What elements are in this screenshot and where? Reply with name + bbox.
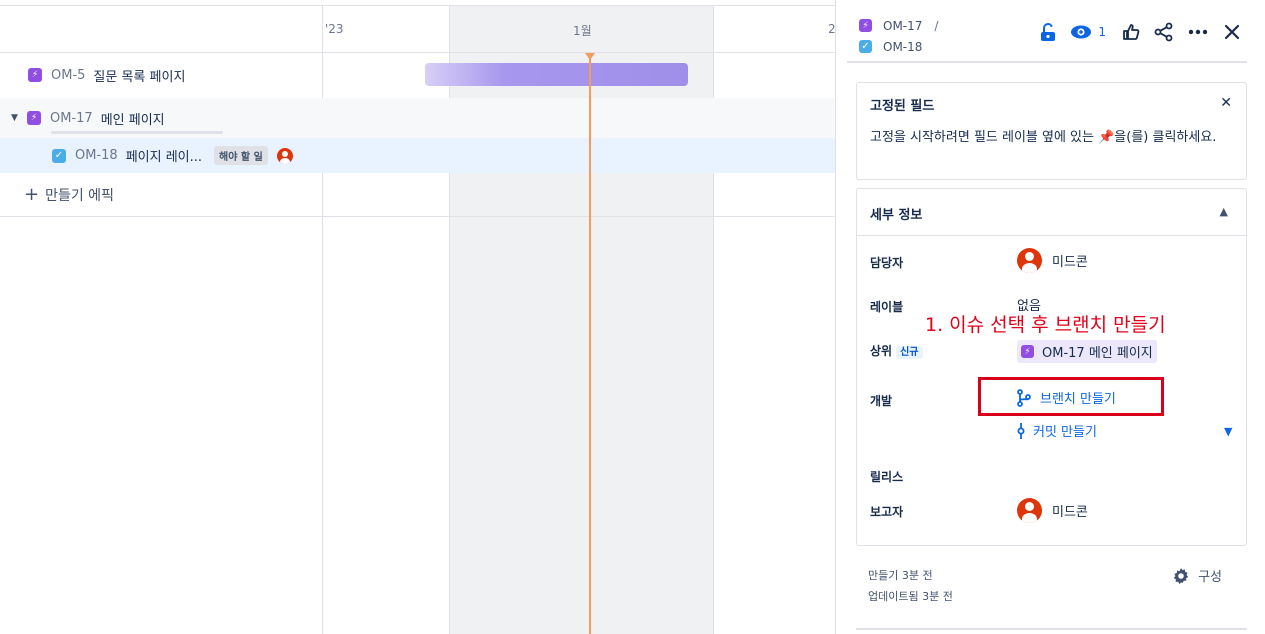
roadmap-view: '23 1월 2 ⚡ OM-5 질문 목록 페이지 ▼ ⚡ OM-17 메인 페… — [0, 0, 835, 634]
details-title[interactable]: 세부 정보 — [870, 204, 922, 223]
today-marker-line — [589, 55, 591, 634]
commit-icon — [1017, 422, 1025, 439]
chevron-down-icon[interactable]: ▼ — [11, 113, 21, 123]
parent-chip[interactable]: ⚡ OM-17 메인 페이지 — [1017, 340, 1157, 363]
epic-icon: ⚡ — [28, 68, 42, 82]
parent-field[interactable]: ⚡ OM-17 메인 페이지 — [1017, 340, 1157, 363]
close-icon[interactable]: ✕ — [1220, 95, 1232, 111]
parent-label-text: 상위 — [870, 344, 893, 358]
thumbs-up-icon[interactable] — [1122, 23, 1140, 41]
divider — [0, 216, 322, 217]
reporter-label: 보고자 — [870, 505, 904, 519]
timeline-header — [0, 5, 835, 53]
month-label: 1월 — [573, 24, 592, 38]
assignee-field[interactable]: 미드콘 — [1017, 248, 1088, 273]
issue-summary[interactable]: 페이지 레이... — [126, 146, 202, 165]
chevron-up-icon[interactable]: ▲ — [1220, 205, 1228, 218]
reporter-field[interactable]: 미드콘 — [1017, 498, 1088, 523]
avatar — [1017, 498, 1042, 523]
issue-cell[interactable]: ✓ OM-18 페이지 레이... 해야 할 일 — [0, 138, 322, 173]
breadcrumb-parent-link[interactable]: OM-17 — [883, 19, 922, 33]
divider — [857, 235, 1246, 236]
watch-button[interactable]: 1 — [1070, 25, 1106, 39]
table-row[interactable]: ✓ OM-18 페이지 레이... 해야 할 일 — [0, 138, 835, 173]
status-badge[interactable]: 해야 할 일 — [214, 146, 268, 165]
assignee-label: 담당자 — [870, 256, 904, 270]
pinned-fields-description: 고정을 시작하려면 필드 레이블 옆에 있는 📌을(를) 클릭하세요. — [870, 130, 1217, 145]
epic-icon: ⚡ — [27, 111, 41, 125]
more-actions-icon[interactable] — [1188, 29, 1208, 35]
close-icon[interactable] — [1224, 24, 1240, 40]
assignee-avatar[interactable] — [276, 147, 293, 164]
breadcrumb-separator: / — [934, 18, 939, 33]
tutorial-annotation: 1. 이슈 선택 후 브랜치 만들기 — [925, 314, 1166, 336]
create-commit-label: 커밋 만들기 — [1033, 425, 1097, 440]
breadcrumb-current-link[interactable]: OM-18 — [883, 40, 922, 54]
month-label: '23 — [325, 22, 344, 36]
issue-key[interactable]: OM-18 — [75, 148, 118, 163]
app-root: '23 1월 2 ⚡ OM-5 질문 목록 페이지 ▼ ⚡ OM-17 메인 페… — [0, 0, 1265, 634]
divider — [856, 628, 1247, 630]
table-row[interactable]: ⚡ OM-5 질문 목록 페이지 — [0, 55, 835, 95]
parent-label: 상위 신규 — [870, 342, 923, 359]
breadcrumb: ⚡ OM-17 / ✓ OM-18 — [859, 15, 938, 57]
issue-summary[interactable]: 질문 목록 페이지 — [93, 66, 185, 85]
configure-button[interactable]: 구성 — [1172, 566, 1222, 585]
release-label: 릴리스 — [870, 470, 904, 484]
epic-progress-bar — [51, 131, 223, 134]
reporter-name: 미드콘 — [1052, 505, 1088, 520]
development-label: 개발 — [870, 394, 893, 408]
epic-timeline-bar[interactable] — [425, 63, 688, 86]
panel-toolbar: 1 — [1026, 22, 1240, 42]
pinned-fields-title: 고정된 필드 — [870, 99, 935, 114]
create-epic-label: 만들기 에픽 — [45, 188, 114, 204]
share-icon[interactable] — [1154, 22, 1174, 42]
unlock-icon[interactable] — [1040, 22, 1056, 42]
issue-key[interactable]: OM-17 — [50, 111, 93, 126]
checkbox-icon: ✓ — [859, 40, 872, 53]
created-timestamp: 만들기 3분 전 — [868, 569, 933, 582]
issue-cell[interactable]: ⚡ OM-5 질문 목록 페이지 — [0, 55, 322, 95]
divider — [322, 216, 835, 217]
create-epic-button[interactable]: + 만들기 에픽 — [24, 185, 114, 205]
new-badge: 신규 — [896, 346, 923, 359]
labels-label: 레이블 — [870, 300, 904, 314]
assignee-name: 미드콘 — [1052, 255, 1088, 270]
details-card: 세부 정보 ▲ 담당자 미드콘 레이블 없음 상위 신규 ⚡ OM-17 메인 페… — [856, 188, 1247, 546]
month-label: 2 — [828, 22, 835, 36]
updated-timestamp: 업데이트됨 3분 전 — [868, 590, 953, 603]
configure-label: 구성 — [1198, 570, 1222, 585]
watch-count: 1 — [1098, 25, 1106, 39]
create-commit-link[interactable]: 커밋 만들기 — [1017, 421, 1097, 440]
epic-icon: ⚡ — [859, 19, 872, 32]
avatar — [1017, 248, 1042, 273]
gear-icon — [1173, 567, 1189, 584]
plus-icon: + — [24, 184, 40, 205]
epic-icon: ⚡ — [1021, 345, 1034, 358]
parent-value: OM-17 메인 페이지 — [1042, 346, 1153, 361]
divider — [847, 61, 1247, 63]
pinned-fields-card: 고정된 필드 ✕ 고정을 시작하려면 필드 레이블 옆에 있는 📌을(를) 클릭… — [856, 82, 1247, 180]
chevron-down-icon[interactable]: ▼ — [1224, 425, 1232, 438]
today-marker-icon — [585, 53, 595, 60]
issue-summary[interactable]: 메인 페이지 — [101, 109, 165, 128]
highlight-box — [978, 377, 1164, 416]
issue-key[interactable]: OM-5 — [51, 68, 85, 83]
checkbox-icon: ✓ — [52, 148, 66, 163]
